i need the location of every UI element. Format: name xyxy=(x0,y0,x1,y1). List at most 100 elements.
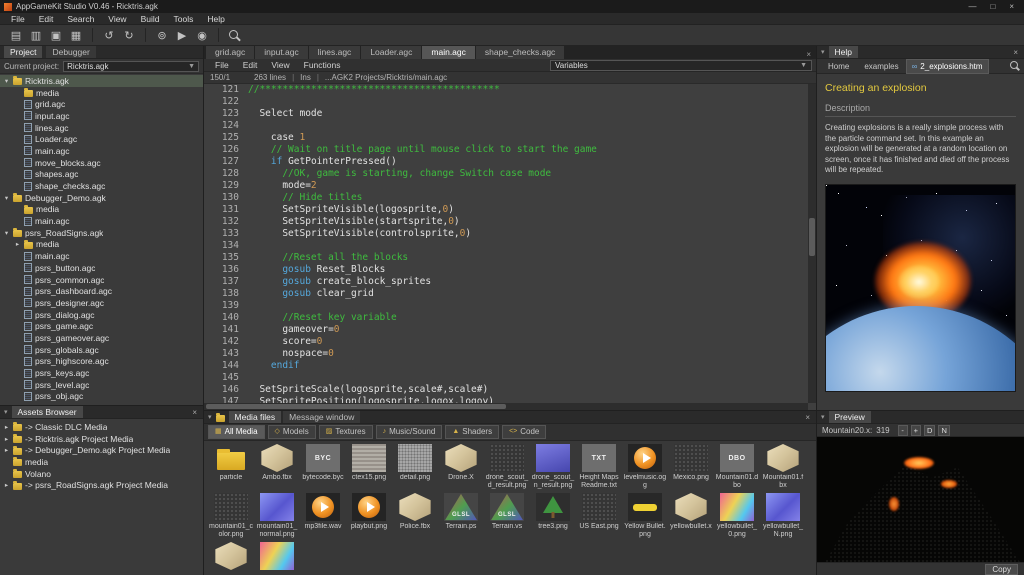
media-item[interactable]: Drone.X xyxy=(439,444,483,490)
chevron-down-icon[interactable]: ▾ xyxy=(4,408,8,416)
save-icon[interactable]: ▣ xyxy=(47,27,65,44)
run-icon[interactable]: ▶ xyxy=(173,27,191,44)
editor-vertical-scrollbar[interactable] xyxy=(808,84,816,403)
close-icon[interactable]: × xyxy=(801,50,816,59)
chevron-down-icon[interactable]: ▾ xyxy=(821,413,825,421)
tree-item[interactable]: psrs_dialog.agc xyxy=(0,309,203,321)
media-item[interactable]: yellowbullet.x xyxy=(669,493,713,539)
chevron-down-icon[interactable]: ▾ xyxy=(208,413,212,421)
tree-item[interactable]: media xyxy=(0,87,203,99)
tree-item[interactable]: ▾ Debugger_Demo.agk xyxy=(0,192,203,204)
editor-tab[interactable]: Loader.agc xyxy=(361,46,421,59)
tree-item[interactable]: move_blocks.agc xyxy=(0,157,203,169)
media-filter-tab[interactable]: ▨ Textures xyxy=(319,425,373,439)
media-item[interactable] xyxy=(255,542,299,575)
asset-folder-item[interactable]: ▸ -> psrs_RoadSigns.agk Project Media xyxy=(0,479,203,491)
editor-tab[interactable]: lines.agc xyxy=(309,46,361,59)
asset-folder-item[interactable]: ▸ -> Debugger_Demo.agk Project Media xyxy=(0,444,203,456)
menu-build[interactable]: Build xyxy=(134,13,167,25)
media-item[interactable]: mp3file.wav xyxy=(301,493,345,539)
tree-item[interactable]: ▸ media xyxy=(0,239,203,251)
zoom-out-button[interactable]: - xyxy=(898,425,908,436)
tab-media-files[interactable]: Media files xyxy=(229,411,282,423)
media-item[interactable]: yellowbullet_0.png xyxy=(715,493,759,539)
debug-icon[interactable]: ◉ xyxy=(193,27,211,44)
editor-tab[interactable]: main.agc xyxy=(422,46,475,59)
help-explosions-tab[interactable]: ∞ 2_explosions.htm xyxy=(906,59,989,74)
close-button[interactable]: × xyxy=(1009,0,1014,13)
redo-icon[interactable]: ↻ xyxy=(120,27,138,44)
media-item[interactable]: GLSL Terrain.vs xyxy=(485,493,529,539)
tree-item[interactable]: ▾ psrs_RoadSigns.agk xyxy=(0,227,203,239)
media-item[interactable]: tree3.png xyxy=(531,493,575,539)
tree-item[interactable]: ▾ Ricktris.agk xyxy=(0,75,203,87)
media-item[interactable]: Mexico.png xyxy=(669,444,713,490)
tree-item[interactable]: psrs_designer.agc xyxy=(0,297,203,309)
tree-expand-icon[interactable]: ▸ xyxy=(3,481,10,489)
tab-project[interactable]: Project xyxy=(4,46,42,58)
media-item[interactable]: Police.fbx xyxy=(393,493,437,539)
editor-horizontal-scrollbar[interactable] xyxy=(204,403,808,410)
media-item[interactable]: levelmusic.ogg xyxy=(623,444,667,490)
tree-item[interactable]: main.agc xyxy=(0,145,203,157)
asset-folder-item[interactable]: ▸ -> Classic DLC Media xyxy=(0,421,203,433)
asset-folder-item[interactable]: ▸ -> Ricktris.agk Project Media xyxy=(0,433,203,445)
tree-item[interactable]: shape_checks.agc xyxy=(0,180,203,192)
help-home-tab[interactable]: Home xyxy=(820,60,854,73)
menu-view[interactable]: View xyxy=(101,13,133,25)
tree-item[interactable]: grid.agc xyxy=(0,98,203,110)
tree-item[interactable]: input.agc xyxy=(0,110,203,122)
tree-item[interactable]: psrs_highscore.agc xyxy=(0,356,203,368)
media-item[interactable]: mountain01_color.png xyxy=(209,493,253,539)
media-item[interactable]: TXT Height Maps Readme.txt xyxy=(577,444,621,490)
tree-expand-icon[interactable]: ▸ xyxy=(3,446,10,454)
new-file-icon[interactable]: ▤ xyxy=(7,27,25,44)
tree-item[interactable]: Loader.agc xyxy=(0,133,203,145)
model-preview-viewport[interactable] xyxy=(817,437,1024,562)
editor-menu-item[interactable]: View xyxy=(264,60,296,70)
media-item[interactable]: Ambo.fbx xyxy=(255,444,299,490)
media-item[interactable]: playbut.png xyxy=(347,493,391,539)
tree-item[interactable]: psrs_dashboard.agc xyxy=(0,285,203,297)
media-filter-tab[interactable]: ◇ Models xyxy=(268,425,316,439)
media-filter-tab[interactable]: ▦ All Media xyxy=(208,425,265,439)
menu-help[interactable]: Help xyxy=(200,13,231,25)
media-item[interactable]: Mountain01.fbx xyxy=(761,444,805,490)
media-item[interactable]: particle xyxy=(209,444,253,490)
normal-toggle-button[interactable]: N xyxy=(938,425,949,436)
tree-expand-icon[interactable]: ▾ xyxy=(3,229,10,237)
tree-item[interactable]: psrs_obj.agc xyxy=(0,391,203,403)
asset-folder-item[interactable]: Volano xyxy=(0,468,203,480)
broadcast-icon[interactable]: ⊚ xyxy=(153,27,171,44)
tree-expand-icon[interactable]: ▸ xyxy=(14,240,21,248)
media-item[interactable]: drone_scout_d_result.png xyxy=(485,444,529,490)
tree-item[interactable]: psrs_gameover.agc xyxy=(0,332,203,344)
media-item[interactable]: detail.png xyxy=(393,444,437,490)
menu-file[interactable]: File xyxy=(4,13,32,25)
media-item[interactable]: ctex15.png xyxy=(347,444,391,490)
media-item[interactable]: mountain01_normal.png xyxy=(255,493,299,539)
tree-expand-icon[interactable]: ▾ xyxy=(3,77,10,85)
menu-edit[interactable]: Edit xyxy=(32,13,61,25)
editor-menu-item[interactable]: Edit xyxy=(236,60,265,70)
editor-tab[interactable]: input.agc xyxy=(255,46,308,59)
tree-item[interactable]: psrs_level.agc xyxy=(0,379,203,391)
editor-tab[interactable]: grid.agc xyxy=(206,46,254,59)
tree-item[interactable]: main.agc xyxy=(0,250,203,262)
media-item[interactable]: US East.png xyxy=(577,493,621,539)
toolbar-divider[interactable] xyxy=(92,28,93,42)
tab-debugger[interactable]: Debugger xyxy=(46,46,95,58)
open-file-icon[interactable]: ▥ xyxy=(27,27,45,44)
maximize-button[interactable]: □ xyxy=(990,0,995,13)
media-item[interactable]: DBO Mountain01.dbo xyxy=(715,444,759,490)
chevron-down-icon[interactable]: ▾ xyxy=(821,48,825,56)
media-filter-tab[interactable]: ♪ Music/Sound xyxy=(376,425,443,439)
media-item[interactable]: GLSL Terrain.ps xyxy=(439,493,483,539)
tree-item[interactable]: shapes.agc xyxy=(0,169,203,181)
search-icon[interactable] xyxy=(1009,60,1021,72)
editor-tab[interactable]: shape_checks.agc xyxy=(476,46,564,59)
zoom-in-button[interactable]: + xyxy=(911,425,921,436)
tree-expand-icon[interactable]: ▸ xyxy=(3,435,10,443)
copy-button[interactable]: Copy xyxy=(985,564,1018,575)
close-icon[interactable]: × xyxy=(190,408,199,417)
